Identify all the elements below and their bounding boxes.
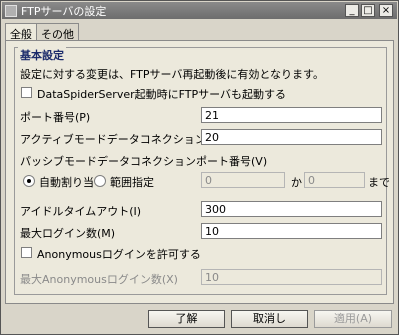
tab-bar: 全般 その他	[5, 23, 79, 42]
basic-settings-group: 基本設定 設定に対する変更は、FTPサーバ再起動後に有効となります。 DataS…	[14, 47, 390, 295]
minimize-button[interactable]: _	[345, 4, 359, 17]
window-title: FTPサーバの設定	[21, 4, 107, 18]
max-anon-input[interactable]	[201, 269, 382, 285]
port-label: ポート番号(P)	[20, 111, 91, 124]
apply-button[interactable]: 適用(A)	[314, 310, 392, 328]
range-to-input[interactable]	[304, 172, 365, 188]
port-input[interactable]	[201, 107, 382, 123]
close-button[interactable]: ×	[379, 4, 393, 17]
max-login-label: 最大ログイン数(M)	[20, 227, 116, 240]
tab-panel: 基本設定 設定に対する変更は、FTPサーバ再起動後に有効となります。 DataS…	[5, 40, 394, 304]
max-anon-label: 最大Anonymousログイン数(X)	[20, 273, 178, 286]
settings-dialog: FTPサーバの設定 _ □ × 全般 その他 基本設定 設定に対する変更は、FT…	[0, 0, 399, 335]
app-icon	[5, 4, 17, 17]
cancel-button[interactable]: 取消し	[231, 310, 308, 328]
auto-assign-radio[interactable]	[23, 175, 35, 187]
idle-timeout-label: アイドルタイムアウト(I)	[20, 205, 142, 218]
maximize-button[interactable]: □	[361, 4, 375, 17]
anonymous-checkbox[interactable]	[21, 247, 32, 258]
range-from-input[interactable]	[201, 172, 285, 188]
autostart-checkbox[interactable]	[21, 87, 32, 98]
range-radio[interactable]	[94, 175, 106, 187]
range-to-suffix: まで	[368, 176, 390, 189]
anonymous-label: Anonymousログインを許可する	[37, 248, 201, 261]
section-title: 基本設定	[18, 47, 66, 63]
ok-button[interactable]: 了解	[148, 310, 225, 328]
title-bar: FTPサーバの設定 _ □ ×	[2, 2, 397, 19]
idle-timeout-input[interactable]	[201, 201, 382, 217]
max-login-input[interactable]	[201, 223, 382, 239]
passive-port-label: パッシブモードデータコネクションポート番号(V)	[20, 155, 268, 168]
restart-note: 設定に対する変更は、FTPサーバ再起動後に有効となります。	[20, 68, 324, 81]
range-label: 範囲指定	[110, 176, 154, 189]
tab-other[interactable]: その他	[36, 23, 79, 41]
autostart-label: DataSpiderServer起動時にFTPサーバも起動する	[37, 88, 287, 101]
active-port-input[interactable]	[201, 129, 382, 145]
